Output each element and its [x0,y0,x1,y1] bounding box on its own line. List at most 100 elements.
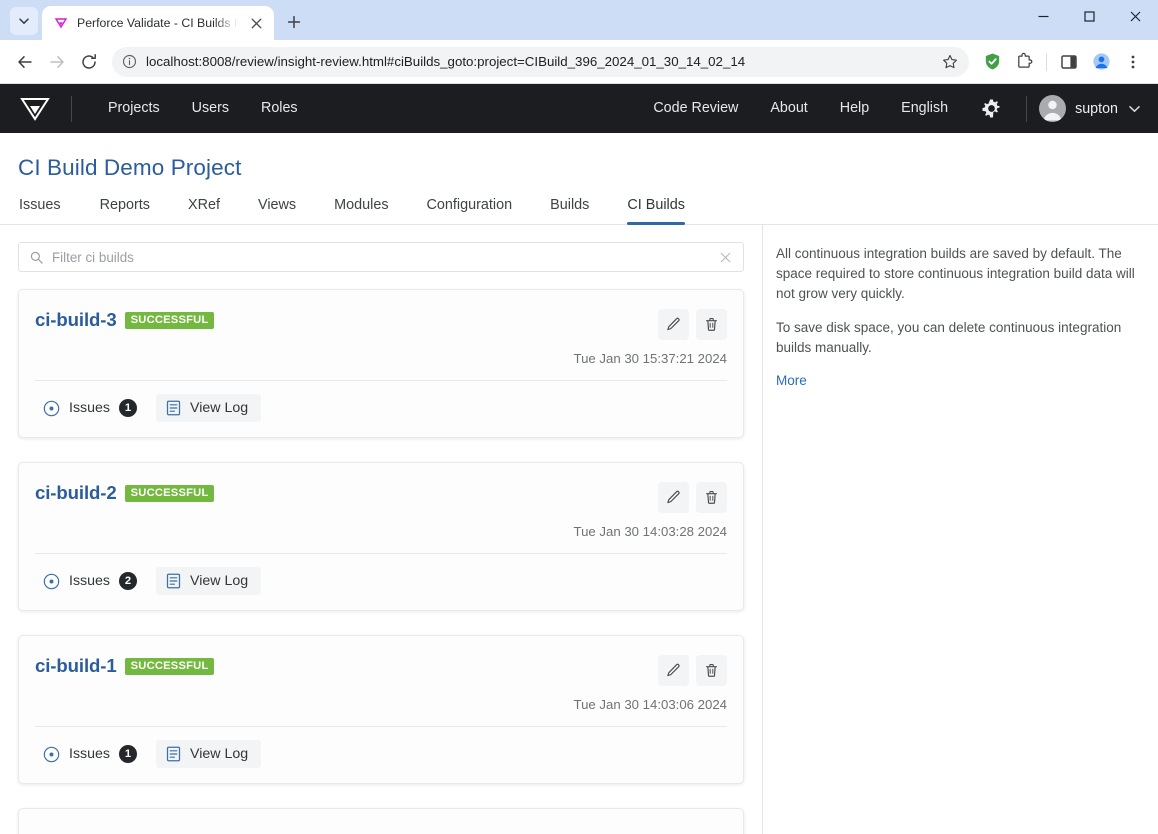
maximize-icon[interactable] [1066,0,1112,33]
app-navbar: Projects Users Roles Code Review About H… [0,84,1158,133]
user-menu[interactable]: supton [1039,95,1144,122]
tab-xref[interactable]: XRef [169,197,239,224]
build-name[interactable]: ci-build-3 [35,309,117,330]
delete-build-button[interactable] [696,309,727,340]
card-actions [658,309,727,340]
build-date: Tue Jan 30 14:03:28 2024 [573,524,728,539]
forward-icon[interactable] [42,47,72,77]
tab-builds[interactable]: Builds [531,197,608,224]
tab-configuration[interactable]: Configuration [408,197,532,224]
tab-issues[interactable]: Issues [17,197,81,224]
navbar-divider-2 [1026,95,1028,122]
circle-dot-icon [43,746,60,763]
edit-build-button[interactable] [658,482,689,513]
edit-build-button[interactable] [658,309,689,340]
circle-dot-icon [43,400,60,417]
site-info-icon[interactable] [122,54,137,69]
issues-label: Issues [69,400,111,416]
adblock-shield-icon[interactable] [977,47,1007,77]
browser-toolbar: localhost:8008/review/insight-review.htm… [0,40,1158,84]
info-paragraph-2: To save disk space, you can delete conti… [776,320,1122,355]
search-icon [30,251,43,264]
tab-ci-builds[interactable]: CI Builds [608,197,704,225]
profile-avatar-icon[interactable] [1086,47,1116,77]
reload-icon[interactable] [74,47,104,77]
build-name[interactable]: ci-build-1 [35,655,117,676]
nav-link-about[interactable]: About [754,84,823,133]
gear-icon[interactable] [974,92,1008,126]
ci-build-card[interactable]: ci-build-3 SUCCESSFUL Tue Jan 30 15:37:2… [18,289,744,438]
card-actions [658,482,727,513]
build-name[interactable]: ci-build-2 [35,482,117,503]
tab-search-icon[interactable] [10,7,38,35]
nav-link-code-review[interactable]: Code Review [637,84,754,133]
document-log-icon [166,573,181,589]
minimize-icon[interactable] [1020,0,1066,33]
tab-modules[interactable]: Modules [315,197,407,224]
view-log-button[interactable]: View Log [156,567,262,595]
card-header: ci-build-2 SUCCESSFUL [35,463,727,513]
browser-window: Perforce Validate - CI Builds Ma localho… [0,0,1158,834]
trash-icon [704,317,719,332]
nav-link-roles[interactable]: Roles [245,84,314,133]
ci-builds-cards: ci-build-3 SUCCESSFUL Tue Jan 30 15:37:2… [0,272,762,834]
card-actions [658,655,727,686]
window-controls [1020,0,1158,40]
build-date: Tue Jan 30 14:03:06 2024 [573,697,728,712]
ci-build-card[interactable]: ci-build-2 SUCCESSFUL Tue Jan 30 14:03:2… [18,462,744,611]
view-log-label: View Log [190,746,249,762]
issues-count-badge: 1 [119,745,138,763]
issues-button[interactable]: Issues 2 [35,567,147,595]
more-link[interactable]: More [776,373,807,388]
card-title-group: ci-build-2 SUCCESSFUL [35,482,215,504]
status-badge: SUCCESSFUL [124,485,215,502]
navbar-divider [71,95,72,122]
filter-ci-builds-input[interactable]: Filter ci builds [18,242,744,272]
view-log-label: View Log [190,400,249,416]
clear-filter-icon[interactable] [720,252,734,263]
view-log-button[interactable]: View Log [156,394,262,422]
perforce-logo-icon[interactable] [17,94,53,124]
tab-reports[interactable]: Reports [81,197,169,224]
pencil-icon [666,317,681,332]
view-log-button[interactable]: View Log [156,740,262,768]
page-title: CI Build Demo Project [18,155,242,180]
issues-button[interactable]: Issues 1 [35,394,147,422]
extensions-puzzle-icon[interactable] [1009,47,1039,77]
nav-link-english[interactable]: English [885,84,964,133]
issues-count-badge: 2 [119,572,138,590]
status-badge: SUCCESSFUL [124,658,215,675]
delete-build-button[interactable] [696,655,727,686]
filter-placeholder: Filter ci builds [52,249,134,265]
nav-link-users[interactable]: Users [176,84,245,133]
issues-label: Issues [69,746,111,762]
filter-row: Filter ci builds [0,225,762,272]
delete-build-button[interactable] [696,482,727,513]
side-panel-icon[interactable] [1054,47,1084,77]
pencil-icon [666,490,681,505]
three-dot-menu-icon[interactable] [1118,47,1148,77]
trash-icon [704,663,719,678]
browser-tab[interactable]: Perforce Validate - CI Builds Ma [42,6,274,40]
address-bar[interactable]: localhost:8008/review/insight-review.htm… [112,46,969,77]
tab-close-icon[interactable] [246,13,266,33]
toolbar-divider [1046,52,1047,71]
tab-views[interactable]: Views [239,197,315,224]
nav-link-projects[interactable]: Projects [92,84,176,133]
perforce-triangle-icon [53,15,69,31]
build-date: Tue Jan 30 15:37:21 2024 [573,351,728,366]
bookmark-star-icon[interactable] [937,49,963,75]
nav-link-help[interactable]: Help [824,84,885,133]
edit-build-button[interactable] [658,655,689,686]
document-log-icon [166,400,181,416]
window-close-icon[interactable] [1112,0,1158,33]
card-title-group: ci-build-1 SUCCESSFUL [35,655,215,677]
info-panel: All continuous integration builds are sa… [763,225,1158,834]
ci-build-card[interactable]: ci-build-1 SUCCESSFUL Tue Jan 30 14:03:0… [18,635,744,784]
ci-build-card-partial[interactable] [18,808,744,834]
issues-button[interactable]: Issues 1 [35,740,147,768]
new-tab-button[interactable] [280,8,308,36]
back-icon[interactable] [10,47,40,77]
address-bar-url: localhost:8008/review/insight-review.htm… [146,54,746,69]
pencil-icon [666,663,681,678]
